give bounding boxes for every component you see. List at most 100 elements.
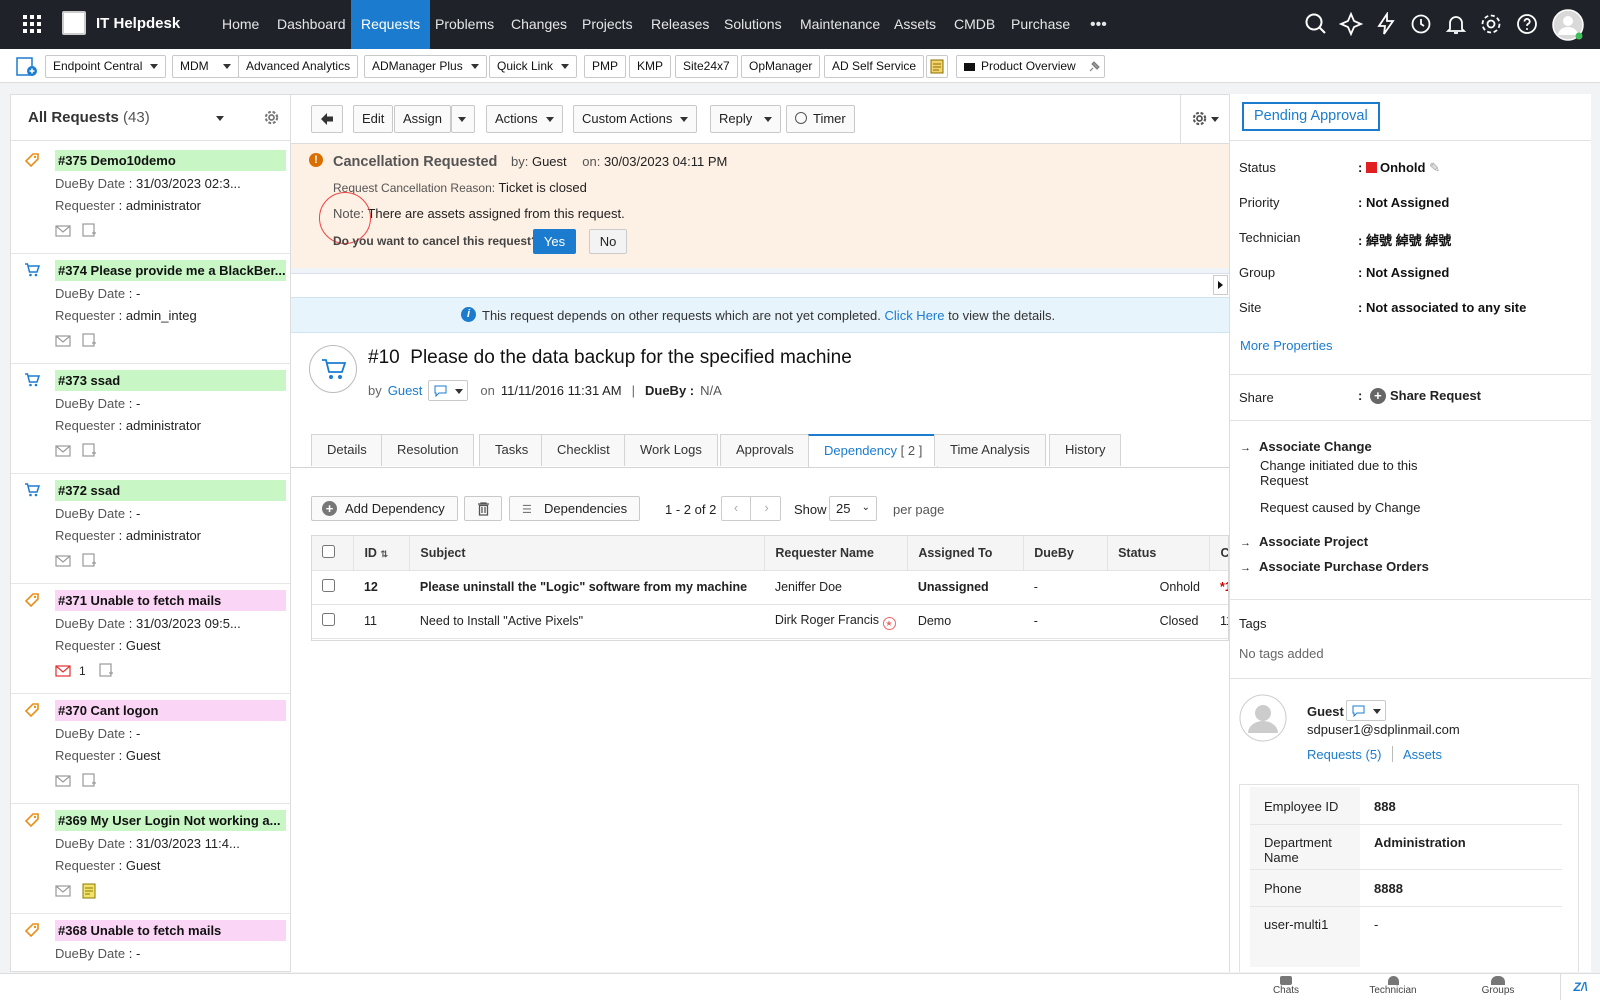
row-subject[interactable]: Need to Install "Active Pixels" bbox=[409, 604, 765, 639]
tab-details[interactable]: Details bbox=[311, 434, 383, 466]
user-assets-link[interactable]: Assets bbox=[1403, 747, 1442, 762]
col-dueby[interactable]: DueBy bbox=[1023, 536, 1109, 571]
gear-icon[interactable] bbox=[1479, 12, 1503, 36]
mail-icon[interactable] bbox=[55, 335, 71, 347]
nav-problems[interactable]: Problems bbox=[425, 0, 504, 49]
brand[interactable]: IT Helpdesk bbox=[62, 11, 180, 35]
table-row[interactable]: 11 Need to Install "Active Pixels" Dirk … bbox=[312, 604, 1228, 639]
nav-more[interactable]: ••• bbox=[1080, 0, 1117, 49]
tab-resolution[interactable]: Resolution bbox=[381, 434, 475, 466]
notes-button[interactable] bbox=[926, 55, 948, 78]
reply-dropdown[interactable]: Reply bbox=[710, 105, 782, 133]
product-overview-button[interactable]: Product Overview bbox=[956, 55, 1105, 78]
user-requests-link[interactable]: Requests (5) bbox=[1307, 747, 1381, 762]
row-id[interactable]: 12 bbox=[353, 570, 410, 605]
technician-button[interactable]: Technician bbox=[1365, 976, 1421, 996]
request-list-item[interactable]: #375 Demo10demo DueBy Date : 31/03/2023 0… bbox=[11, 142, 290, 254]
next-page-button[interactable]: › bbox=[752, 497, 781, 520]
app-grid-icon[interactable] bbox=[23, 15, 41, 33]
row-id[interactable]: 11 bbox=[353, 604, 410, 639]
admanager-dropdown[interactable]: ADManager Plus bbox=[364, 55, 487, 78]
row-subject[interactable]: Please uninstall the "Logic" software fr… bbox=[409, 570, 765, 605]
col-requester[interactable]: Requester Name bbox=[764, 536, 909, 571]
zia-icon[interactable] bbox=[1339, 12, 1363, 36]
sort-icon[interactable]: ⇅ bbox=[380, 549, 388, 559]
row-checkbox[interactable] bbox=[322, 613, 335, 626]
request-list-item[interactable]: #370 Cant logon DueBy Date : - Requester :… bbox=[11, 692, 290, 804]
add-note-icon[interactable] bbox=[82, 443, 97, 458]
endpoint-central-dropdown[interactable]: Endpoint Central bbox=[45, 55, 167, 78]
back-button[interactable] bbox=[311, 105, 343, 133]
tab-dependency[interactable]: Dependency [ 2 ] bbox=[808, 434, 939, 467]
nav-dashboard[interactable]: Dashboard bbox=[267, 0, 356, 49]
request-list-item[interactable]: #373 ssad DueBy Date : - Requester : admin… bbox=[11, 362, 290, 474]
avatar-icon[interactable] bbox=[1552, 9, 1584, 41]
zia-footer-icon[interactable]: Z/\ bbox=[1560, 974, 1600, 1000]
pin-icon[interactable] bbox=[1087, 60, 1101, 74]
actions-dropdown[interactable]: Actions bbox=[486, 105, 563, 133]
tab-history[interactable]: History bbox=[1049, 434, 1122, 466]
row-checkbox[interactable] bbox=[322, 579, 335, 592]
mail-icon[interactable] bbox=[55, 225, 71, 237]
mail-icon[interactable] bbox=[55, 555, 71, 567]
requester-link[interactable]: Guest bbox=[388, 383, 423, 398]
assign-button[interactable]: Assign bbox=[394, 105, 452, 133]
technician-value-cell[interactable]: : 綽號 綽號 綽號 bbox=[1358, 230, 1451, 249]
select-all-checkbox[interactable] bbox=[322, 544, 335, 558]
mail-icon[interactable] bbox=[55, 665, 71, 677]
assign-dropdown[interactable] bbox=[451, 105, 475, 133]
pending-approval-badge[interactable]: Pending Approval bbox=[1242, 102, 1380, 131]
request-list-title[interactable]: #373 ssad bbox=[55, 370, 286, 391]
tab-time-analysis[interactable]: Time Analysis bbox=[934, 434, 1046, 466]
opmanager-link[interactable]: OpManager bbox=[741, 55, 821, 78]
kmp-link[interactable]: KMP bbox=[629, 55, 672, 78]
nav-releases[interactable]: Releases bbox=[641, 0, 719, 49]
chats-button[interactable]: Chats bbox=[1268, 976, 1304, 996]
associate-project-link[interactable]: → Associate Project bbox=[1240, 534, 1368, 549]
lightning-icon[interactable] bbox=[1374, 12, 1398, 36]
nav-home[interactable]: Home bbox=[212, 0, 269, 49]
nav-purchase[interactable]: Purchase bbox=[1001, 0, 1080, 49]
add-note-icon[interactable] bbox=[82, 773, 97, 788]
per-page-select[interactable]: 25 ⌄ bbox=[829, 496, 877, 521]
cancel-no-button[interactable]: No bbox=[589, 229, 627, 254]
request-list-title[interactable]: #375 Demo10demo bbox=[55, 150, 286, 171]
table-row[interactable]: 12 Please uninstall the "Logic" software… bbox=[312, 570, 1228, 605]
request-list-title[interactable]: #371 Unable to fetch mails bbox=[55, 590, 286, 611]
advanced-analytics-link[interactable]: Advanced Analytics bbox=[238, 55, 359, 78]
nav-assets[interactable]: Assets bbox=[884, 0, 946, 49]
request-list-item[interactable]: #369 My User Login Not working a... DueBy… bbox=[11, 802, 290, 914]
request-list-title[interactable]: #369 My User Login Not working a... bbox=[55, 810, 286, 831]
request-list-title[interactable]: #368 Unable to fetch mails bbox=[55, 920, 286, 941]
col-created[interactable]: Cr bbox=[1209, 536, 1228, 571]
nav-cmdb[interactable]: CMDB bbox=[944, 0, 1005, 49]
group-value-cell[interactable]: : Not Assigned bbox=[1358, 265, 1449, 280]
site-value-cell[interactable]: : Not associated to any site bbox=[1358, 300, 1526, 315]
associate-po-link[interactable]: → Associate Purchase Orders bbox=[1240, 559, 1429, 574]
mail-icon[interactable] bbox=[55, 885, 71, 897]
request-list-item[interactable]: #371 Unable to fetch mails DueBy Date : 3… bbox=[11, 582, 290, 694]
tab-approvals[interactable]: Approvals bbox=[720, 434, 810, 466]
conversation-dropdown[interactable] bbox=[428, 380, 469, 401]
prev-page-button[interactable]: ‹ bbox=[722, 497, 751, 520]
bell-icon[interactable] bbox=[1444, 12, 1468, 36]
groups-button[interactable]: Groups bbox=[1478, 976, 1518, 996]
view-selector[interactable]: All Requests (43) bbox=[28, 109, 150, 126]
request-list-item[interactable]: #374 Please provide me a BlackBer... DueB… bbox=[11, 252, 290, 364]
nav-projects[interactable]: Projects bbox=[572, 0, 643, 49]
associate-change-link[interactable]: → Associate Change bbox=[1240, 439, 1372, 454]
nav-requests[interactable]: Requests bbox=[351, 0, 431, 49]
request-list-title[interactable]: #374 Please provide me a BlackBer... bbox=[55, 260, 286, 281]
share-request-button[interactable]: : + Share Request bbox=[1358, 388, 1481, 404]
request-list-item[interactable]: #368 Unable to fetch mails DueBy Date : -… bbox=[11, 912, 290, 971]
click-here-link[interactable]: Click Here bbox=[885, 308, 945, 323]
user-contact-dropdown[interactable] bbox=[1346, 700, 1386, 721]
search-icon[interactable] bbox=[1304, 12, 1328, 36]
nav-solutions[interactable]: Solutions bbox=[714, 0, 792, 49]
help-icon[interactable] bbox=[1515, 12, 1539, 36]
request-list-title[interactable]: #372 ssad bbox=[55, 480, 286, 501]
ad-self-service-link[interactable]: AD Self Service bbox=[824, 55, 925, 78]
add-dependency-button[interactable]: + Add Dependency bbox=[311, 496, 458, 521]
request-list-item[interactable]: #372 ssad DueBy Date : - Requester : admin… bbox=[11, 472, 290, 584]
col-assigned[interactable]: Assigned To bbox=[907, 536, 1025, 571]
